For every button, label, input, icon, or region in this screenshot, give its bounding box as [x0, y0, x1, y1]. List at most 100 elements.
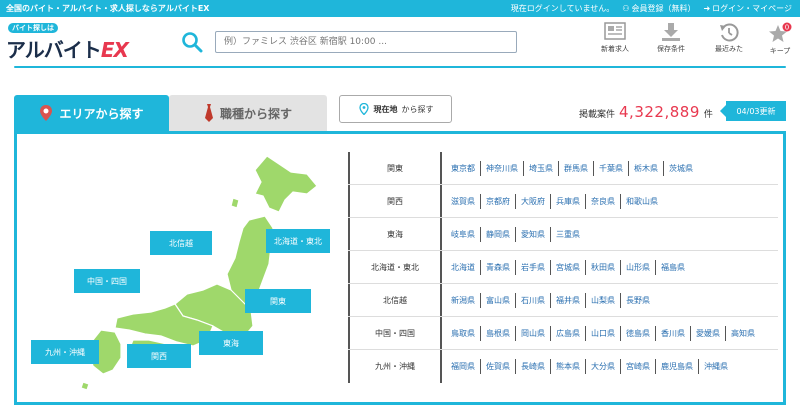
prefecture-list: 東京都 神奈川県 埼玉県 群馬県 千葉県 栃木県 茨城県: [440, 152, 778, 184]
prefecture-link[interactable]: 佐賀県: [481, 359, 516, 374]
prefecture-link[interactable]: 静岡県: [481, 226, 516, 242]
tab-job-search[interactable]: 職種から探す: [169, 95, 327, 131]
prefecture-link[interactable]: 千葉県: [594, 160, 629, 176]
prefecture-link[interactable]: 山口県: [586, 325, 621, 341]
prefecture-link[interactable]: 長野県: [621, 293, 655, 308]
prefecture-link[interactable]: 栃木県: [629, 160, 664, 176]
map-label-tokai[interactable]: 東海: [199, 331, 263, 355]
prefecture-list: 北海道 青森県 岩手県 宮城県 秋田県 山形県 福島県: [440, 251, 778, 283]
prefecture-link[interactable]: 秋田県: [586, 259, 621, 275]
map-label-kyushu-okinawa[interactable]: 九州・沖縄: [31, 340, 99, 364]
prefecture-link[interactable]: 高知県: [726, 326, 760, 341]
top-bar-account: 現在ログインしていません。 ⚇ 会員登録（無料） ➜ ログイン・マイページ: [511, 0, 792, 17]
prefecture-link[interactable]: 茨城県: [664, 161, 698, 176]
prefecture-link[interactable]: 岩手県: [516, 259, 551, 275]
recently-viewed-label: 最近みた: [715, 45, 743, 53]
prefecture-link[interactable]: 宮城県: [551, 259, 586, 275]
region-name[interactable]: 関西: [348, 185, 440, 217]
map-label-kansai[interactable]: 関西: [127, 344, 191, 368]
region-row: 関西 滋賀県 京都府 大阪府 兵庫県 奈良県 和歌山県: [348, 185, 778, 218]
region-name[interactable]: 関東: [348, 152, 440, 184]
region-name[interactable]: 北海道・東北: [348, 251, 440, 283]
search-icon[interactable]: [181, 31, 203, 53]
saved-conditions-button[interactable]: 保存条件: [646, 22, 696, 54]
prefecture-link[interactable]: 青森県: [481, 259, 516, 275]
prefecture-link[interactable]: 富山県: [481, 292, 516, 308]
prefecture-link[interactable]: 徳島県: [621, 325, 656, 341]
prefecture-link[interactable]: 島根県: [481, 325, 516, 341]
new-jobs-label: 新着求人: [601, 45, 629, 53]
region-name[interactable]: 九州・沖縄: [348, 350, 440, 383]
site-logo[interactable]: バイト探しは アルバイトEX: [6, 23, 129, 62]
star-icon: 0: [769, 22, 792, 42]
prefecture-link[interactable]: 東京都: [446, 160, 481, 176]
prefecture-link[interactable]: 滋賀県: [446, 193, 481, 209]
region-row: 北信越 新潟県 富山県 石川県 福井県 山梨県 長野県: [348, 284, 778, 317]
prefecture-link[interactable]: 愛知県: [516, 226, 551, 242]
prefecture-list: 滋賀県 京都府 大阪府 兵庫県 奈良県 和歌山県: [440, 185, 778, 217]
map-label-kanto[interactable]: 関東: [245, 289, 311, 313]
prefecture-link[interactable]: 群馬県: [559, 160, 594, 176]
map-label-hokushinetsu[interactable]: 北信越: [150, 231, 212, 255]
recently-viewed-button[interactable]: 最近みた: [704, 22, 754, 54]
prefecture-link[interactable]: 熊本県: [551, 359, 586, 374]
prefecture-list: 岐阜県 静岡県 愛知県 三重県: [440, 218, 778, 250]
prefecture-list: 鳥取県 島根県 岡山県 広島県 山口県 徳島県 香川県 愛媛県 高知県: [440, 317, 778, 349]
logo-ex: EX: [100, 38, 129, 62]
map-label-chugoku-shikoku[interactable]: 中国・四国: [74, 269, 140, 293]
logo-main: アルバイト: [6, 38, 102, 62]
region-name[interactable]: 中国・四国: [348, 317, 440, 349]
prefecture-list: 新潟県 富山県 石川県 福井県 山梨県 長野県: [440, 284, 778, 316]
register-label: 会員登録（無料）: [631, 4, 696, 13]
map-label-hokkaido-tohoku[interactable]: 北海道・東北: [266, 229, 330, 253]
area-search-panel: 北信越 北海道・東北 中国・四国 関東 九州・沖縄 東海 関西 関東 東京都 神奈川…: [14, 131, 786, 405]
prefecture-link[interactable]: 岡山県: [516, 325, 551, 341]
prefecture-link[interactable]: 奈良県: [586, 193, 621, 209]
prefecture-link[interactable]: 大分県: [586, 359, 621, 374]
search-input[interactable]: [215, 31, 517, 53]
keep-label: キープ: [769, 47, 791, 55]
prefecture-link[interactable]: 神奈川県: [481, 160, 524, 176]
region-row: 関東 東京都 神奈川県 埼玉県 群馬県 千葉県 栃木県 茨城県: [348, 152, 778, 185]
prefecture-link[interactable]: 愛媛県: [691, 325, 726, 341]
region-name[interactable]: 北信越: [348, 284, 440, 316]
prefecture-link[interactable]: 鹿児島県: [656, 359, 699, 374]
prefecture-link[interactable]: 石川県: [516, 292, 551, 308]
tab-area-label: エリアから探す: [59, 106, 144, 121]
prefecture-link[interactable]: 埼玉県: [524, 160, 559, 176]
prefecture-link[interactable]: 岐阜県: [446, 226, 481, 242]
prefecture-link[interactable]: 山梨県: [586, 292, 621, 308]
prefecture-link[interactable]: 兵庫県: [551, 193, 586, 209]
prefecture-link[interactable]: 鳥取県: [446, 325, 481, 341]
region-name[interactable]: 東海: [348, 218, 440, 250]
tab-area-search[interactable]: エリアから探す: [14, 95, 169, 131]
current-location-button[interactable]: 現在地 から探す: [339, 95, 452, 123]
map-pin-icon: [40, 105, 53, 121]
listing-count-label: 掲載案件: [579, 110, 616, 120]
prefecture-link[interactable]: 香川県: [656, 325, 691, 341]
prefecture-link[interactable]: 宮崎県: [621, 359, 656, 374]
search-tabs: エリアから探す 職種から探す 現在地 から探す 掲載案件 4,322,889 件 …: [14, 95, 786, 131]
prefecture-link[interactable]: 三重県: [551, 227, 585, 242]
logo-tagline: バイト探しは: [8, 23, 58, 33]
prefecture-link[interactable]: 福島県: [656, 260, 690, 275]
prefecture-link[interactable]: 山形県: [621, 259, 656, 275]
site-tagline: 全国のバイト・アルバイト・求人探しならアルバイトEX: [6, 4, 210, 13]
prefecture-link[interactable]: 和歌山県: [621, 194, 663, 209]
register-link[interactable]: ⚇ 会員登録（無料）: [622, 0, 695, 17]
login-link[interactable]: ➜ ログイン・マイページ: [703, 0, 792, 17]
download-icon: [662, 23, 680, 41]
new-jobs-button[interactable]: 新着求人: [590, 22, 640, 54]
prefecture-link[interactable]: 福井県: [551, 292, 586, 308]
prefecture-link[interactable]: 広島県: [551, 325, 586, 341]
prefecture-link[interactable]: 沖縄県: [699, 359, 733, 374]
prefecture-link[interactable]: 大阪府: [516, 193, 551, 209]
prefecture-link[interactable]: 京都府: [481, 193, 516, 209]
prefecture-link[interactable]: 北海道: [446, 259, 481, 275]
region-prefecture-table: 関東 東京都 神奈川県 埼玉県 群馬県 千葉県 栃木県 茨城県 関西 滋賀県 京都府 大阪府 兵庫県 奈良…: [348, 152, 778, 383]
prefecture-link[interactable]: 新潟県: [446, 292, 481, 308]
keep-button[interactable]: 0 キープ: [755, 22, 800, 56]
prefecture-link[interactable]: 福岡県: [446, 359, 481, 374]
header: バイト探しは アルバイトEX 新着求人 保存条件 最近みた: [0, 17, 800, 67]
prefecture-link[interactable]: 長崎県: [516, 359, 551, 374]
